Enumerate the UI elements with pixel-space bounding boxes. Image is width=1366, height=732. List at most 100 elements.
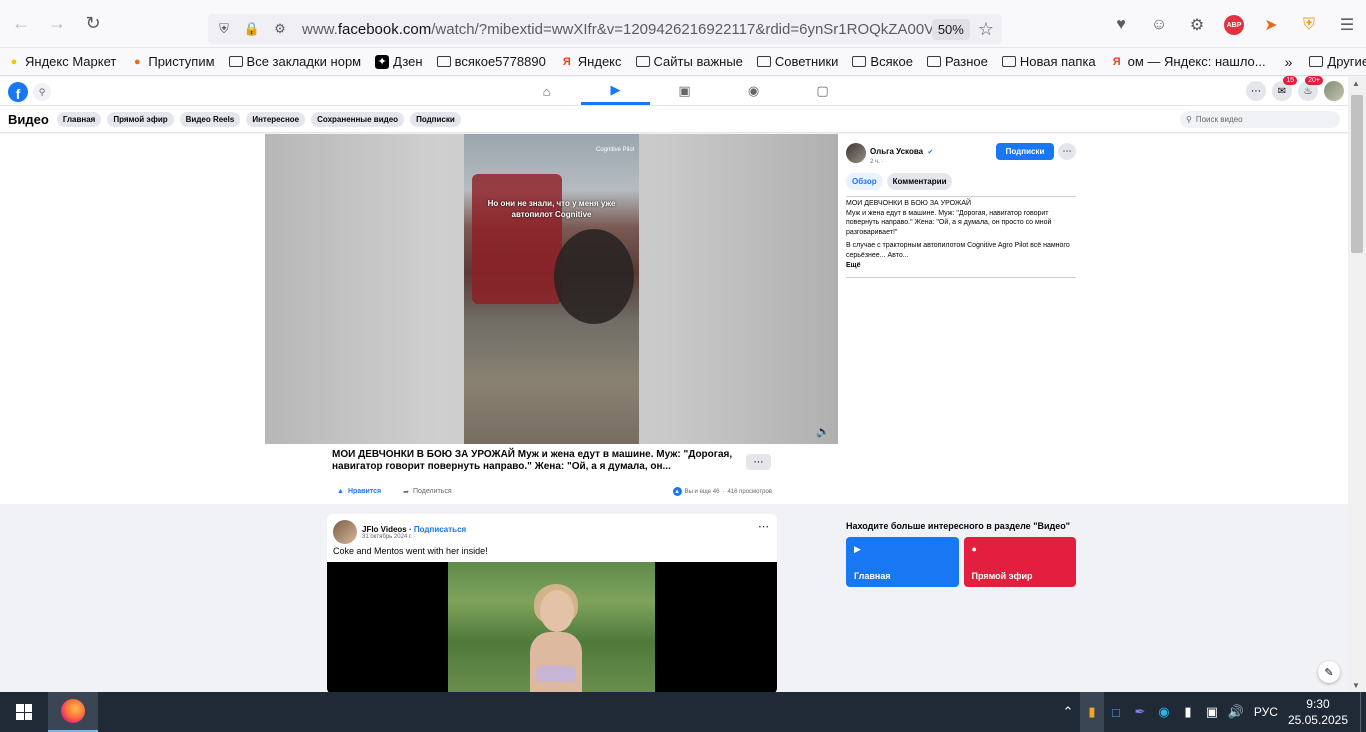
bookmark-other[interactable]: Другие закладки <box>1302 54 1366 69</box>
video-caption: Но они не знали, что у меня уже автопило… <box>487 199 616 219</box>
speaker-mute-icon[interactable]: 🔈 <box>816 425 830 438</box>
chevron-double-right-icon[interactable]: » <box>1285 54 1293 70</box>
like-reaction-icon: ▲ <box>672 487 682 496</box>
star-icon[interactable]: ☆ <box>978 19 994 40</box>
discover-section: Находите больше интересного в разделе "В… <box>846 521 1076 587</box>
bookmark-folder[interactable]: Новая папка <box>995 54 1103 69</box>
see-more-link[interactable]: Ещё <box>846 261 1076 271</box>
more-options-button[interactable]: ⋯ <box>746 454 771 470</box>
clock[interactable]: 9:30 25.05.2025 <box>1288 696 1348 728</box>
card-author[interactable]: JFlo Videos <box>362 525 407 534</box>
tray-app-icon[interactable]: ▮ <box>1079 692 1104 732</box>
shield-icon[interactable]: ⛨ <box>212 17 236 41</box>
tab-saved[interactable]: Сохраненные видео <box>311 111 405 127</box>
forward-arrow-icon[interactable]: → <box>42 9 72 39</box>
shield-extension-icon[interactable]: ⛨ <box>1298 14 1320 36</box>
lock-icon[interactable]: 🔒 <box>240 17 264 41</box>
bookmark-folder[interactable]: Всякое <box>845 54 920 69</box>
groups-icon[interactable]: ◉ <box>719 77 788 105</box>
facebook-logo-icon[interactable]: f <box>8 82 28 102</box>
bookmark-folder[interactable]: Все закладки норм <box>222 54 369 69</box>
toolbar-right: ♥ ☺ ⚙ ABP ➤ ⛨ ☰ <box>1110 14 1358 36</box>
card-header: JFlo Videos · Подписаться 31 октябрь 202… <box>333 520 466 544</box>
video-player[interactable]: Cognitive Pilot Но они не знали, что у м… <box>265 134 838 444</box>
subscribe-button[interactable]: Подписки <box>996 143 1054 160</box>
gaming-icon[interactable]: ▢ <box>788 77 857 105</box>
reload-icon[interactable]: ↻ <box>78 9 108 39</box>
more-options-icon[interactable]: ⋯ <box>758 520 769 533</box>
adblock-plus-icon[interactable]: ABP <box>1224 15 1244 35</box>
zoom-level[interactable]: 50% <box>931 18 970 40</box>
follow-link[interactable]: Подписаться <box>414 525 466 534</box>
tab-reels[interactable]: Видео Reels <box>179 111 241 127</box>
avatar[interactable] <box>846 143 866 163</box>
search-icon[interactable]: ⚲ <box>33 83 51 101</box>
like-button[interactable]: ▲ Нравится <box>337 488 381 495</box>
discover-title: Находите больше интересного в разделе "В… <box>846 521 1070 531</box>
reaction-summary[interactable]: ▲ Вы и еще 46 · 416 просмотров <box>672 487 772 496</box>
network-icon[interactable]: ▣ <box>1200 692 1224 732</box>
video-search-input[interactable]: ⚲ Поиск видео <box>1180 111 1340 128</box>
edge-icon[interactable]: ◉ <box>1152 692 1176 732</box>
bookmark-folder[interactable]: Разное <box>920 54 995 69</box>
bell-icon[interactable]: ♨ 20+ <box>1298 76 1323 101</box>
scrollbar[interactable]: ▲ ▼ <box>1348 77 1366 692</box>
video-watermark: Cognitive Pilot <box>596 147 635 153</box>
show-desktop-button[interactable] <box>1360 692 1366 732</box>
avatar[interactable] <box>333 520 357 544</box>
discover-home-button[interactable]: ▶ Главная <box>846 537 959 587</box>
menu-grid-icon[interactable]: ⋯ <box>1246 81 1266 101</box>
video-icon[interactable]: ▶ <box>581 77 650 105</box>
tab-subscriptions[interactable]: Подписки <box>410 111 461 127</box>
home-icon[interactable]: ⌂ <box>512 77 581 105</box>
author-name[interactable]: Ольга Ускова <box>870 147 923 156</box>
pocket-icon[interactable]: ♥ <box>1110 14 1132 36</box>
post-time[interactable]: 2 ч. · <box>870 159 933 165</box>
scroll-down-icon[interactable]: ▼ <box>1352 681 1360 690</box>
bookmark-dzen[interactable]: ✦ Дзен <box>368 54 429 69</box>
back-arrow-icon[interactable]: ← <box>6 9 36 39</box>
tab-comments[interactable]: Комментарии <box>886 173 953 190</box>
bookmark-yandex-search[interactable]: Яом — Яндекс: нашло... <box>1103 54 1273 69</box>
marketplace-icon[interactable]: ▣ <box>650 77 719 105</box>
language-indicator[interactable]: РУС <box>1254 705 1278 719</box>
chevron-up-icon[interactable]: ⌃ <box>1056 692 1080 732</box>
pen-icon[interactable]: ✒ <box>1128 692 1152 732</box>
screenshot-icon[interactable]: □ <box>1104 692 1128 732</box>
windows-start-button[interactable] <box>0 692 48 732</box>
bookmark-folder[interactable]: Сайты важные <box>629 54 750 69</box>
compose-icon[interactable]: ✎ <box>1318 661 1340 683</box>
tab-home[interactable]: Главная <box>56 111 102 127</box>
bookmark-folder[interactable]: всякое5778890 <box>430 54 553 69</box>
tab-overview[interactable]: Обзор <box>846 173 883 190</box>
card-date[interactable]: 31 октябрь 2024 г. · <box>362 534 466 540</box>
permissions-icon[interactable]: ⚙ <box>268 17 292 41</box>
discover-live-button[interactable]: ● Прямой эфир <box>963 537 1076 587</box>
tab-interesting[interactable]: Интересное <box>246 111 306 127</box>
search-icon: ⚲ <box>1186 115 1192 124</box>
taskbar-firefox[interactable] <box>48 692 98 732</box>
scroll-thumb[interactable] <box>1351 95 1363 253</box>
bookmark-yandex-market[interactable]: ● Яндекс Маркет <box>0 54 123 69</box>
bookmark-folder[interactable]: Советники <box>750 54 846 69</box>
volume-icon[interactable]: 🔊 <box>1224 692 1248 732</box>
hamburger-menu-icon[interactable]: ☰ <box>1336 14 1358 36</box>
scroll-up-icon[interactable]: ▲ <box>1352 79 1360 88</box>
extensions-icon[interactable]: ⚙ <box>1186 14 1208 36</box>
rocket-icon[interactable]: ➤ <box>1260 14 1282 36</box>
yandex-icon: Я <box>562 55 571 68</box>
tab-live[interactable]: Прямой эфир <box>107 111 174 127</box>
url-text[interactable]: www.facebook.com/watch/?mibextid=wwXIfr&… <box>302 21 932 38</box>
share-icon: ➦ <box>403 488 409 496</box>
url-bar[interactable]: ⛨ 🔒 ⚙ www.facebook.com/watch/?mibextid=w… <box>208 14 1002 44</box>
avatar[interactable] <box>1324 81 1344 101</box>
share-button[interactable]: ➦ Поделиться <box>403 488 452 496</box>
panel-tabs: Обзор Комментарии <box>846 173 1076 190</box>
battery-icon[interactable]: ▮ <box>1176 692 1200 732</box>
messenger-icon[interactable]: ✉ 15 <box>1272 76 1297 101</box>
account-icon[interactable]: ☺ <box>1148 14 1170 36</box>
bookmark-yandex[interactable]: Я Яндекс <box>553 54 629 69</box>
bookmark-pristupim[interactable]: ● Приступим <box>123 54 221 69</box>
more-options-button[interactable]: ⋯ <box>1058 143 1076 160</box>
card-video[interactable] <box>327 562 777 694</box>
